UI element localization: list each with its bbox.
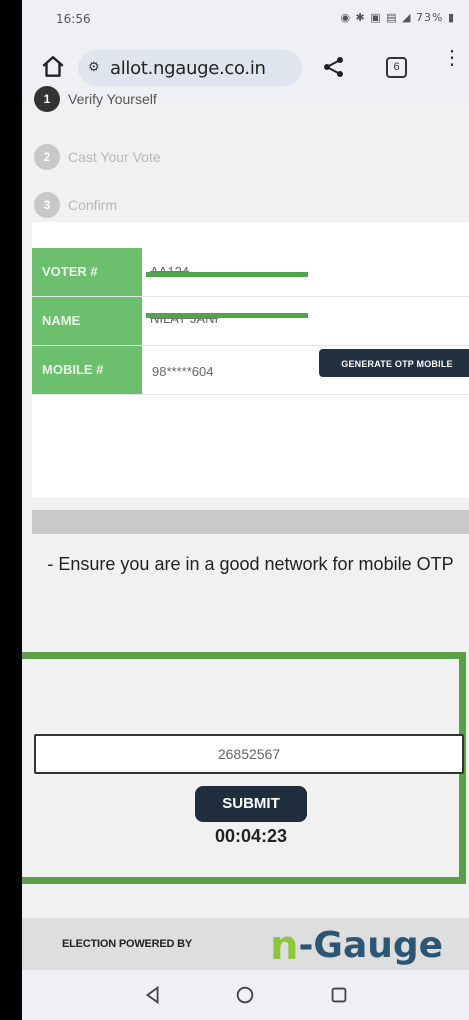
step-label: Cast Your Vote — [68, 149, 161, 165]
home-nav-icon[interactable] — [234, 984, 256, 1006]
phone-screen: 16:56 ◉ ✱ ▣ ▤ ◢ 73% ▮ ⚙ allot.ngauge.co.… — [22, 0, 469, 1020]
step-label: Verify Yourself — [68, 91, 157, 107]
url-text: allot.ngauge.co.in — [110, 58, 266, 79]
redaction-line — [146, 272, 308, 277]
back-icon[interactable] — [142, 984, 164, 1006]
logo-gauge: -Gauge — [298, 925, 444, 966]
powered-by-text: ELECTION POWERED BY — [62, 938, 193, 950]
name-key: NAME — [32, 297, 142, 345]
step-label: Confirm — [68, 197, 118, 213]
step-number: 2 — [34, 144, 60, 170]
address-bar[interactable]: ⚙ allot.ngauge.co.in — [78, 50, 302, 86]
otp-input[interactable]: 26852567 — [34, 734, 464, 774]
network-note: - Ensure you are in a good network for m… — [47, 554, 454, 574]
more-options-icon[interactable]: ⋮ — [442, 48, 462, 80]
mobile-value: 98*****604 — [152, 364, 214, 379]
submit-button[interactable]: SUBMIT — [195, 786, 307, 822]
step-number: 1 — [34, 86, 60, 112]
recents-icon[interactable] — [328, 984, 350, 1006]
android-nav-bar — [22, 970, 469, 1020]
tab-switcher-button[interactable]: 6 — [386, 57, 407, 78]
ngauge-logo: n-Gauge — [270, 923, 444, 969]
home-icon[interactable] — [40, 54, 66, 80]
share-icon[interactable] — [322, 55, 346, 79]
status-time: 16:56 — [56, 12, 91, 26]
voter-key: VOTER # — [32, 248, 142, 296]
redaction-line — [146, 313, 308, 318]
step-number: 3 — [34, 192, 60, 218]
divider-bar — [32, 510, 469, 534]
logo-n: n — [270, 923, 299, 969]
generate-otp-button[interactable]: GENERATE OTP MOBILE — [319, 349, 469, 377]
footer: ELECTION POWERED BY n-Gauge — [22, 918, 469, 970]
name-row: NAME NILAY JANI — [32, 297, 469, 346]
status-bar: 16:56 ◉ ✱ ▣ ▤ ◢ 73% ▮ — [22, 0, 469, 36]
otp-timer: 00:04:23 — [214, 826, 288, 846]
site-settings-icon[interactable]: ⚙ — [88, 59, 100, 75]
mobile-key: MOBILE # — [32, 346, 142, 394]
voter-info-card: VOTER # AA124 NAME NILAY JANI MOBILE # 9… — [32, 222, 469, 498]
status-icons: ◉ ✱ ▣ ▤ ◢ 73% ▮ — [340, 11, 455, 24]
